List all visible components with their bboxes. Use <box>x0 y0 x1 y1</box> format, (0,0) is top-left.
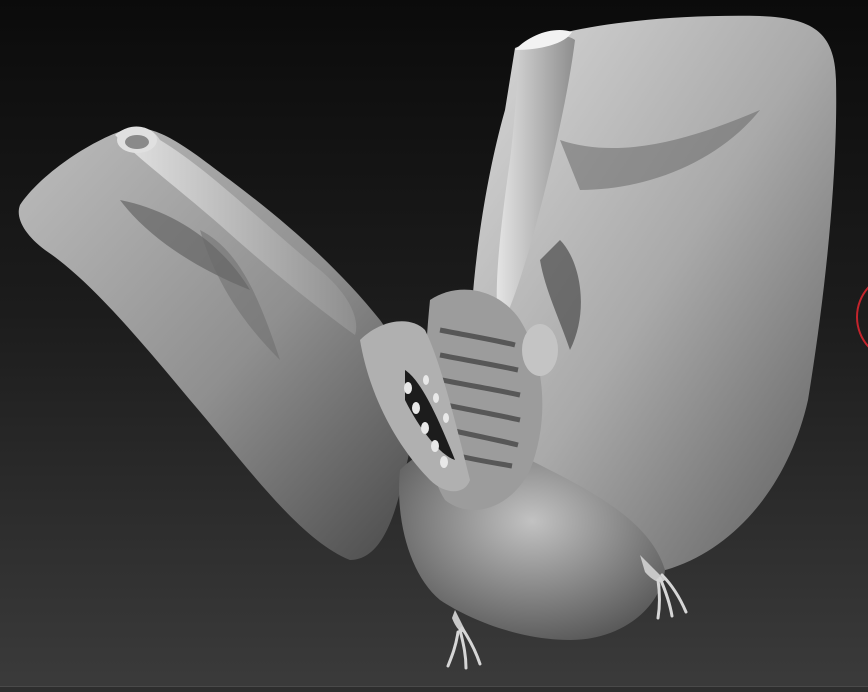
viewport-bottom-edge <box>0 686 868 692</box>
left-wing-claw-tip <box>125 135 149 149</box>
right-foot-claws <box>656 573 688 620</box>
shoulder-bulge <box>522 324 558 376</box>
sculpted-creature-model[interactable] <box>0 0 868 692</box>
canvas-viewport[interactable] <box>0 0 868 692</box>
left-foot-claws <box>446 626 482 670</box>
